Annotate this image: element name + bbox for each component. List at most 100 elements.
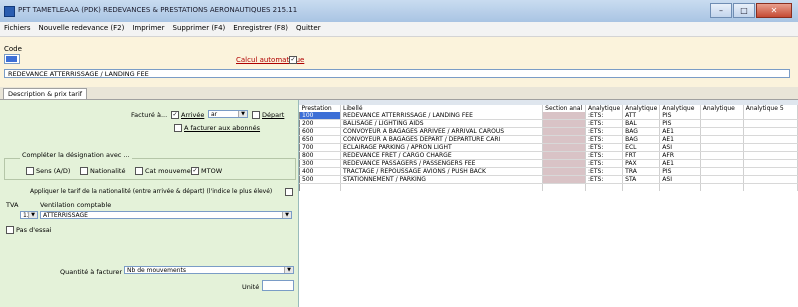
cell-analytique-1[interactable]: :ETS: [585, 151, 624, 160]
cell-analytique-1[interactable]: :ETS: [585, 143, 624, 152]
cell-section[interactable] [542, 112, 587, 120]
menu-supprimer[interactable]: Supprimer (F4) [169, 22, 230, 36]
cell-analytique-5[interactable] [743, 127, 798, 136]
table-row[interactable]: 650 CONVOYEUR A BAGAGES DEPART / DEPARTU… [299, 135, 798, 144]
arrivee-checkbox[interactable]: ✓ [171, 111, 179, 119]
close-button[interactable]: ✕ [756, 3, 792, 18]
cell-analytique-2[interactable]: FRT [622, 151, 661, 160]
cell-libelle[interactable]: REDEVANCE FRET / CARGO CHARGE [340, 151, 544, 160]
cell-section[interactable] [542, 135, 587, 144]
col-header-analytique-4[interactable]: Analytique [700, 105, 744, 112]
cell-analytique-1[interactable]: :ETS: [585, 167, 624, 176]
cell-analytique-5[interactable] [743, 159, 798, 168]
cell-analytique-3[interactable] [659, 183, 701, 191]
cell-section[interactable] [542, 127, 587, 136]
cell-prestation[interactable]: 650 [299, 135, 341, 144]
cell-analytique-4[interactable] [700, 167, 744, 176]
cell-analytique-3[interactable]: PIS [659, 167, 701, 176]
mtow-checkbox[interactable]: ✓ [191, 167, 199, 175]
cell-section[interactable] [542, 159, 587, 168]
cell-libelle[interactable]: REDEVANCE PASSAGERS / PASSENGERS FEE [340, 159, 544, 168]
col-header-analytique-5[interactable]: Analytique 5 [743, 105, 798, 112]
cell-analytique-2[interactable]: BAL [622, 119, 661, 128]
cell-analytique-2[interactable]: ATT [622, 112, 661, 120]
sens-checkbox[interactable] [26, 167, 34, 175]
menu-fichiers[interactable]: Fichiers [0, 22, 35, 36]
facturer-abonnes-checkbox[interactable] [174, 124, 182, 132]
col-header-section[interactable]: Section anal [542, 105, 587, 112]
cell-prestation[interactable]: 300 [299, 159, 341, 168]
cell-analytique-5[interactable] [743, 143, 798, 152]
cell-analytique-2[interactable]: TRA [622, 167, 661, 176]
menu-imprimer[interactable]: Imprimer [128, 22, 168, 36]
menu-nouvelle-redevance[interactable]: Nouvelle redevance (F2) [35, 22, 129, 36]
cell-section[interactable] [542, 167, 587, 176]
cell-analytique-3[interactable]: AE1 [659, 127, 701, 136]
cell-prestation[interactable]: 800 [299, 151, 341, 160]
appliquer-checkbox[interactable] [285, 188, 293, 196]
cell-analytique-2[interactable]: BAG [622, 127, 661, 136]
table-row[interactable]: 300 REDEVANCE PASSAGERS / PASSENGERS FEE… [299, 159, 798, 168]
cell-section[interactable] [542, 175, 587, 184]
unite-input[interactable] [262, 280, 294, 291]
cell-section[interactable] [542, 183, 587, 191]
cell-analytique-5[interactable] [743, 112, 798, 120]
depart-checkbox[interactable] [252, 111, 260, 119]
nationalite-checkbox[interactable] [80, 167, 88, 175]
col-header-analytique-2[interactable]: Analytique [622, 105, 661, 112]
cell-analytique-5[interactable] [743, 167, 798, 176]
cell-analytique-4[interactable] [700, 112, 744, 120]
cell-analytique-4[interactable] [700, 119, 744, 128]
cell-analytique-4[interactable] [700, 183, 744, 191]
cell-analytique-2[interactable]: ECL [622, 143, 661, 152]
cell-libelle[interactable]: TRACTAGE / REPOUSSAGE AVIONS / PUSH BACK [340, 167, 544, 176]
calcul-automatique-checkbox[interactable]: ✓ [289, 56, 297, 64]
table-row[interactable]: 600 CONVOYEUR A BAGAGES ARRIVEE / ARRIVA… [299, 127, 798, 136]
cell-analytique-1[interactable]: :ETS: [585, 175, 624, 184]
ventilation-select[interactable]: ATTERRISSAGE ▼ [40, 211, 292, 219]
table-row[interactable]: 100 REDEVANCE ATTERRISSAGE / LANDING FEE… [299, 112, 798, 120]
cell-prestation[interactable]: 200 [299, 119, 341, 128]
cell-libelle[interactable]: ECLAIRAGE PARKING / APRON LIGHT [340, 143, 544, 152]
cell-analytique-5[interactable] [743, 183, 798, 191]
cell-analytique-5[interactable] [743, 175, 798, 184]
cell-analytique-3[interactable]: AFR [659, 151, 701, 160]
cell-analytique-3[interactable]: PIS [659, 119, 701, 128]
cell-analytique-1[interactable] [585, 183, 624, 191]
cat-mouvement-checkbox[interactable] [135, 167, 143, 175]
table-row[interactable]: 400 TRACTAGE / REPOUSSAGE AVIONS / PUSH … [299, 167, 798, 176]
tva-select[interactable]: 13 ▼ [20, 211, 38, 219]
maximize-button[interactable]: □ [733, 3, 755, 18]
cell-analytique-2[interactable]: BAG [622, 135, 661, 144]
cell-analytique-5[interactable] [743, 135, 798, 144]
pas-essai-checkbox[interactable] [6, 226, 14, 234]
col-header-libelle[interactable]: Libellé [340, 105, 544, 112]
cell-analytique-2[interactable]: PAX [622, 159, 661, 168]
menu-enregistrer[interactable]: Enregistrer (F8) [229, 22, 292, 36]
cell-prestation[interactable]: 700 [299, 143, 341, 152]
cell-section[interactable] [542, 143, 587, 152]
cell-analytique-4[interactable] [700, 127, 744, 136]
code-input[interactable] [4, 54, 20, 64]
cell-analytique-5[interactable] [743, 119, 798, 128]
libelle-input[interactable]: REDEVANCE ATTERRISSAGE / LANDING FEE [4, 69, 790, 78]
arrivee-select[interactable]: ar ▼ [208, 110, 248, 118]
cell-analytique-3[interactable]: PIS [659, 112, 701, 120]
cell-analytique-3[interactable]: ASI [659, 175, 701, 184]
cell-analytique-1[interactable]: :ETS: [585, 127, 624, 136]
cell-libelle[interactable]: BALISAGE / LIGHTING AIDS [340, 119, 544, 128]
table-row-empty[interactable] [299, 183, 798, 191]
cell-libelle[interactable]: CONVOYEUR A BAGAGES ARRIVEE / ARRIVAL CA… [340, 127, 544, 136]
table-row[interactable]: 700 ECLAIRAGE PARKING / APRON LIGHT :ETS… [299, 143, 798, 152]
cell-prestation[interactable]: 100 [299, 112, 341, 120]
menu-quitter[interactable]: Quitter [292, 22, 325, 36]
cell-analytique-4[interactable] [700, 159, 744, 168]
cell-analytique-3[interactable]: AE1 [659, 159, 701, 168]
cell-prestation[interactable] [299, 183, 341, 191]
cell-analytique-4[interactable] [700, 175, 744, 184]
minimize-button[interactable]: – [710, 3, 732, 18]
cell-analytique-5[interactable] [743, 151, 798, 160]
cell-libelle[interactable] [340, 183, 544, 191]
cell-analytique-4[interactable] [700, 143, 744, 152]
cell-analytique-3[interactable]: AE1 [659, 135, 701, 144]
